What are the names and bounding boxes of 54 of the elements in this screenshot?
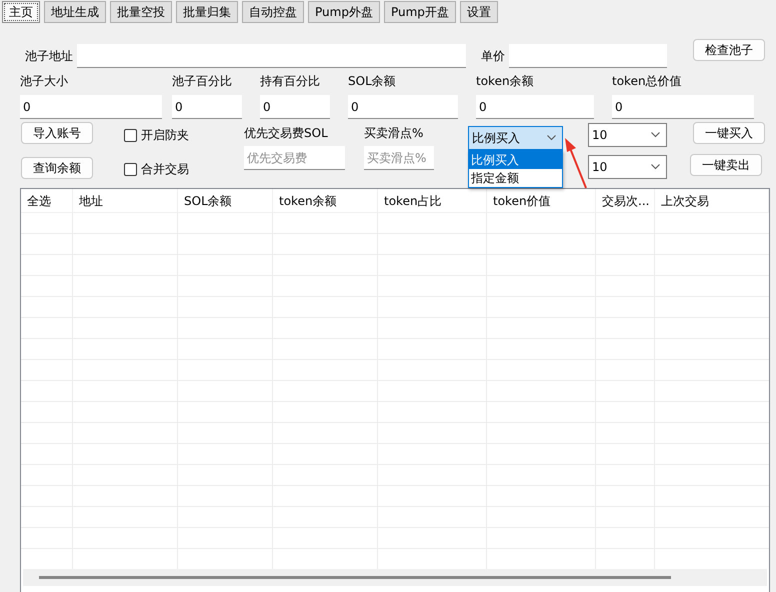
field-label: SOL余额	[348, 73, 397, 90]
horizontal-scrollbar[interactable]	[23, 569, 767, 586]
dropdown-option[interactable]: 指定金额	[469, 169, 562, 187]
column-header[interactable]: token余额	[273, 189, 378, 213]
import-account-button[interactable]: 导入账号	[21, 122, 93, 144]
field-label: 池子地址	[25, 48, 74, 64]
tab[interactable]: Pump开盘	[384, 1, 456, 23]
buy-amount-dropdown[interactable]: 10	[588, 123, 667, 147]
sell-all-button[interactable]: 一键卖出	[690, 154, 762, 176]
priority-fee-field[interactable]: 优先交易费	[244, 146, 345, 170]
value-field[interactable]: 0	[348, 95, 458, 119]
scrollbar-thumb[interactable]	[39, 576, 671, 579]
field-label: 池子大小	[20, 73, 69, 90]
chevron-down-icon	[651, 132, 660, 138]
tab[interactable]: 主页	[2, 1, 40, 23]
column-header[interactable]: token占比	[378, 189, 487, 213]
tab[interactable]: 批量空投	[110, 1, 172, 23]
value-field[interactable]: 0	[20, 95, 162, 119]
tab[interactable]: Pump外盘	[308, 1, 380, 23]
column-header[interactable]: SOL余额	[178, 189, 273, 213]
chevron-down-icon	[547, 135, 556, 141]
tab[interactable]: 自动控盘	[242, 1, 304, 23]
value-field[interactable]: 0	[172, 95, 242, 119]
column-header[interactable]: 交易次...	[596, 189, 655, 213]
tab[interactable]: 地址生成	[44, 1, 106, 23]
buy-all-button[interactable]: 一键买入	[693, 122, 765, 144]
sell-amount-dropdown[interactable]: 10	[588, 155, 667, 179]
value-field[interactable]: 0	[612, 95, 754, 119]
value-field[interactable]: 0	[260, 95, 330, 119]
unit-price-field[interactable]	[509, 44, 667, 68]
dropdown-option[interactable]: 比例买入	[469, 151, 562, 169]
slippage-field[interactable]: 买卖滑点%	[364, 146, 434, 170]
field-label: 优先交易费SOL	[244, 125, 328, 142]
field-label: 持有百分比	[260, 73, 321, 90]
field-label: token总价值	[612, 73, 683, 90]
arrow-annotation	[565, 138, 587, 188]
column-header[interactable]: 全选	[21, 189, 73, 213]
pool-address-field[interactable]	[77, 44, 466, 68]
column-header[interactable]: 上次交易	[655, 189, 769, 213]
column-header[interactable]: token价值	[487, 189, 596, 213]
field-label: 单价	[481, 48, 506, 64]
buy-mode-dropdown[interactable]: 比例买入	[468, 126, 563, 150]
column-header[interactable]: 地址	[73, 189, 178, 213]
field-label: 池子百分比	[172, 73, 233, 90]
tab[interactable]: 批量归集	[176, 1, 238, 23]
field-label: token余额	[476, 73, 535, 90]
value-field[interactable]: 0	[476, 95, 594, 119]
checkbox[interactable]: 合并交易	[124, 161, 189, 177]
field-label: 买卖滑点%	[364, 125, 424, 142]
query-balance-button[interactable]: 查询余额	[21, 157, 93, 179]
check-pool-button[interactable]: 检查池子	[693, 39, 765, 61]
checkbox[interactable]: 开启防夹	[124, 127, 189, 143]
chevron-down-icon	[651, 164, 660, 170]
tab[interactable]: 设置	[460, 1, 498, 23]
